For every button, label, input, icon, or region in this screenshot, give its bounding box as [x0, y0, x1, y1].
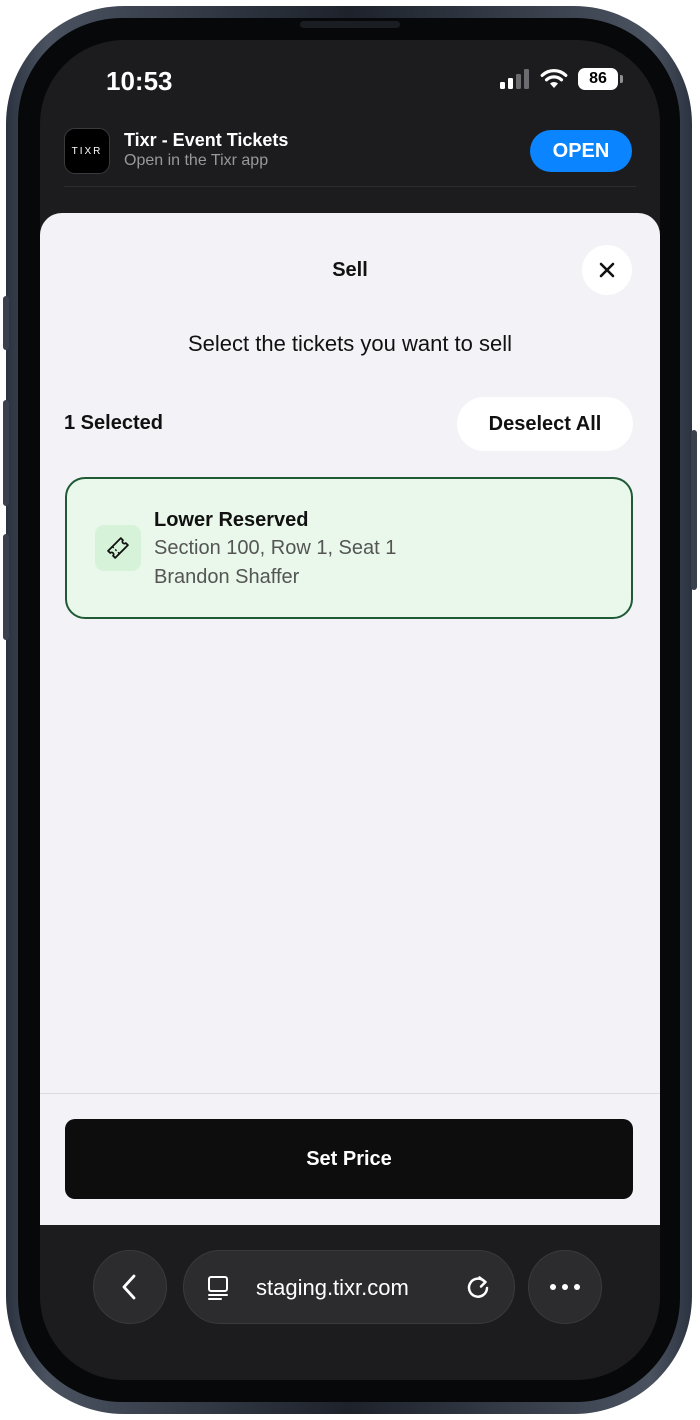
- sheet-title: Sell: [332, 259, 368, 281]
- side-button-volume-down: [3, 534, 9, 640]
- banner-title: Tixr - Event Tickets: [124, 130, 289, 150]
- wifi-icon: [540, 69, 568, 88]
- url-text[interactable]: staging.tixr.com: [256, 1275, 409, 1301]
- back-button[interactable]: [93, 1250, 167, 1324]
- address-bar[interactable]: staging.tixr.com: [183, 1250, 515, 1324]
- ticket-card[interactable]: Lower Reserved Section 100, Row 1, Seat …: [65, 477, 633, 619]
- sell-sheet: Sell Select the tickets you want to sell…: [40, 213, 660, 1225]
- tixr-logo: TIXR: [64, 128, 110, 174]
- side-button-power: [691, 430, 697, 590]
- app-banner[interactable]: TIXR Tixr - Event Tickets Open in the Ti…: [40, 118, 660, 186]
- cellular-signal-icon: [500, 69, 529, 89]
- ticket-icon-box: [95, 525, 141, 571]
- ticket-name: Lower Reserved: [154, 509, 309, 531]
- reload-icon[interactable]: [464, 1273, 492, 1301]
- footer-divider: [40, 1093, 660, 1094]
- open-app-button[interactable]: OPEN: [530, 130, 632, 172]
- ticket-holder: Brandon Shaffer: [154, 566, 300, 588]
- close-icon: [599, 262, 615, 278]
- chevron-left-icon: [122, 1274, 136, 1300]
- more-icon: [550, 1284, 580, 1290]
- reader-icon[interactable]: [206, 1275, 232, 1301]
- set-price-button[interactable]: Set Price: [65, 1119, 633, 1199]
- side-button-mute: [3, 296, 9, 350]
- speaker-grille: [300, 21, 400, 28]
- ticket-icon: [107, 537, 129, 559]
- ticket-seat: Section 100, Row 1, Seat 1: [154, 537, 397, 559]
- sheet-subtitle: Select the tickets you want to sell: [187, 331, 513, 356]
- side-button-volume-up: [3, 400, 9, 506]
- selected-count: 1 Selected: [64, 412, 163, 434]
- banner-subtitle: Open in the Tixr app: [124, 152, 269, 169]
- browser-toolbar: staging.tixr.com: [40, 1225, 660, 1380]
- deselect-all-button[interactable]: Deselect All: [457, 397, 633, 451]
- status-icons: 86: [500, 68, 623, 90]
- screen: 10:53 86 TIXR Tixr - Event Tickets Open …: [40, 40, 660, 1380]
- close-button[interactable]: [582, 245, 632, 295]
- battery-level: 86: [589, 70, 607, 87]
- status-time: 10:53: [106, 66, 173, 96]
- battery-indicator: 86: [578, 68, 623, 90]
- more-button[interactable]: [528, 1250, 602, 1324]
- banner-divider: [64, 186, 636, 187]
